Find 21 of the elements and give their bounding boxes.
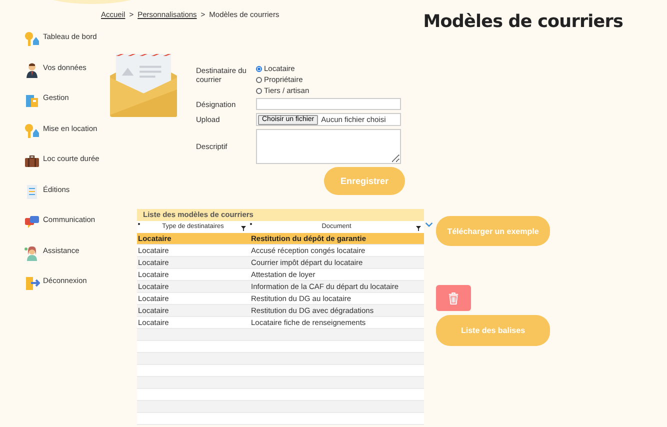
delete-button[interactable] (436, 285, 471, 311)
description-field[interactable] (256, 129, 401, 164)
exit-icon (24, 275, 40, 291)
radio-button[interactable] (256, 76, 262, 82)
key-icon (24, 31, 40, 47)
building-icon (24, 92, 40, 108)
support-icon (24, 244, 40, 260)
radio-button[interactable] (256, 66, 262, 72)
filter-icon[interactable] (416, 226, 421, 231)
document-icon (24, 184, 40, 200)
radio-button[interactable] (256, 88, 262, 94)
chat-icon (24, 214, 40, 230)
page-title: Modèles de courriers (423, 12, 623, 32)
key-icon (24, 122, 40, 138)
person-icon (24, 62, 40, 78)
envelope-icon (110, 54, 177, 117)
suitcase-icon (24, 153, 40, 169)
trash-icon (448, 292, 459, 304)
chevron-down-icon[interactable] (425, 222, 433, 227)
designation-field[interactable] (256, 98, 401, 110)
filter-icon[interactable] (241, 226, 246, 231)
